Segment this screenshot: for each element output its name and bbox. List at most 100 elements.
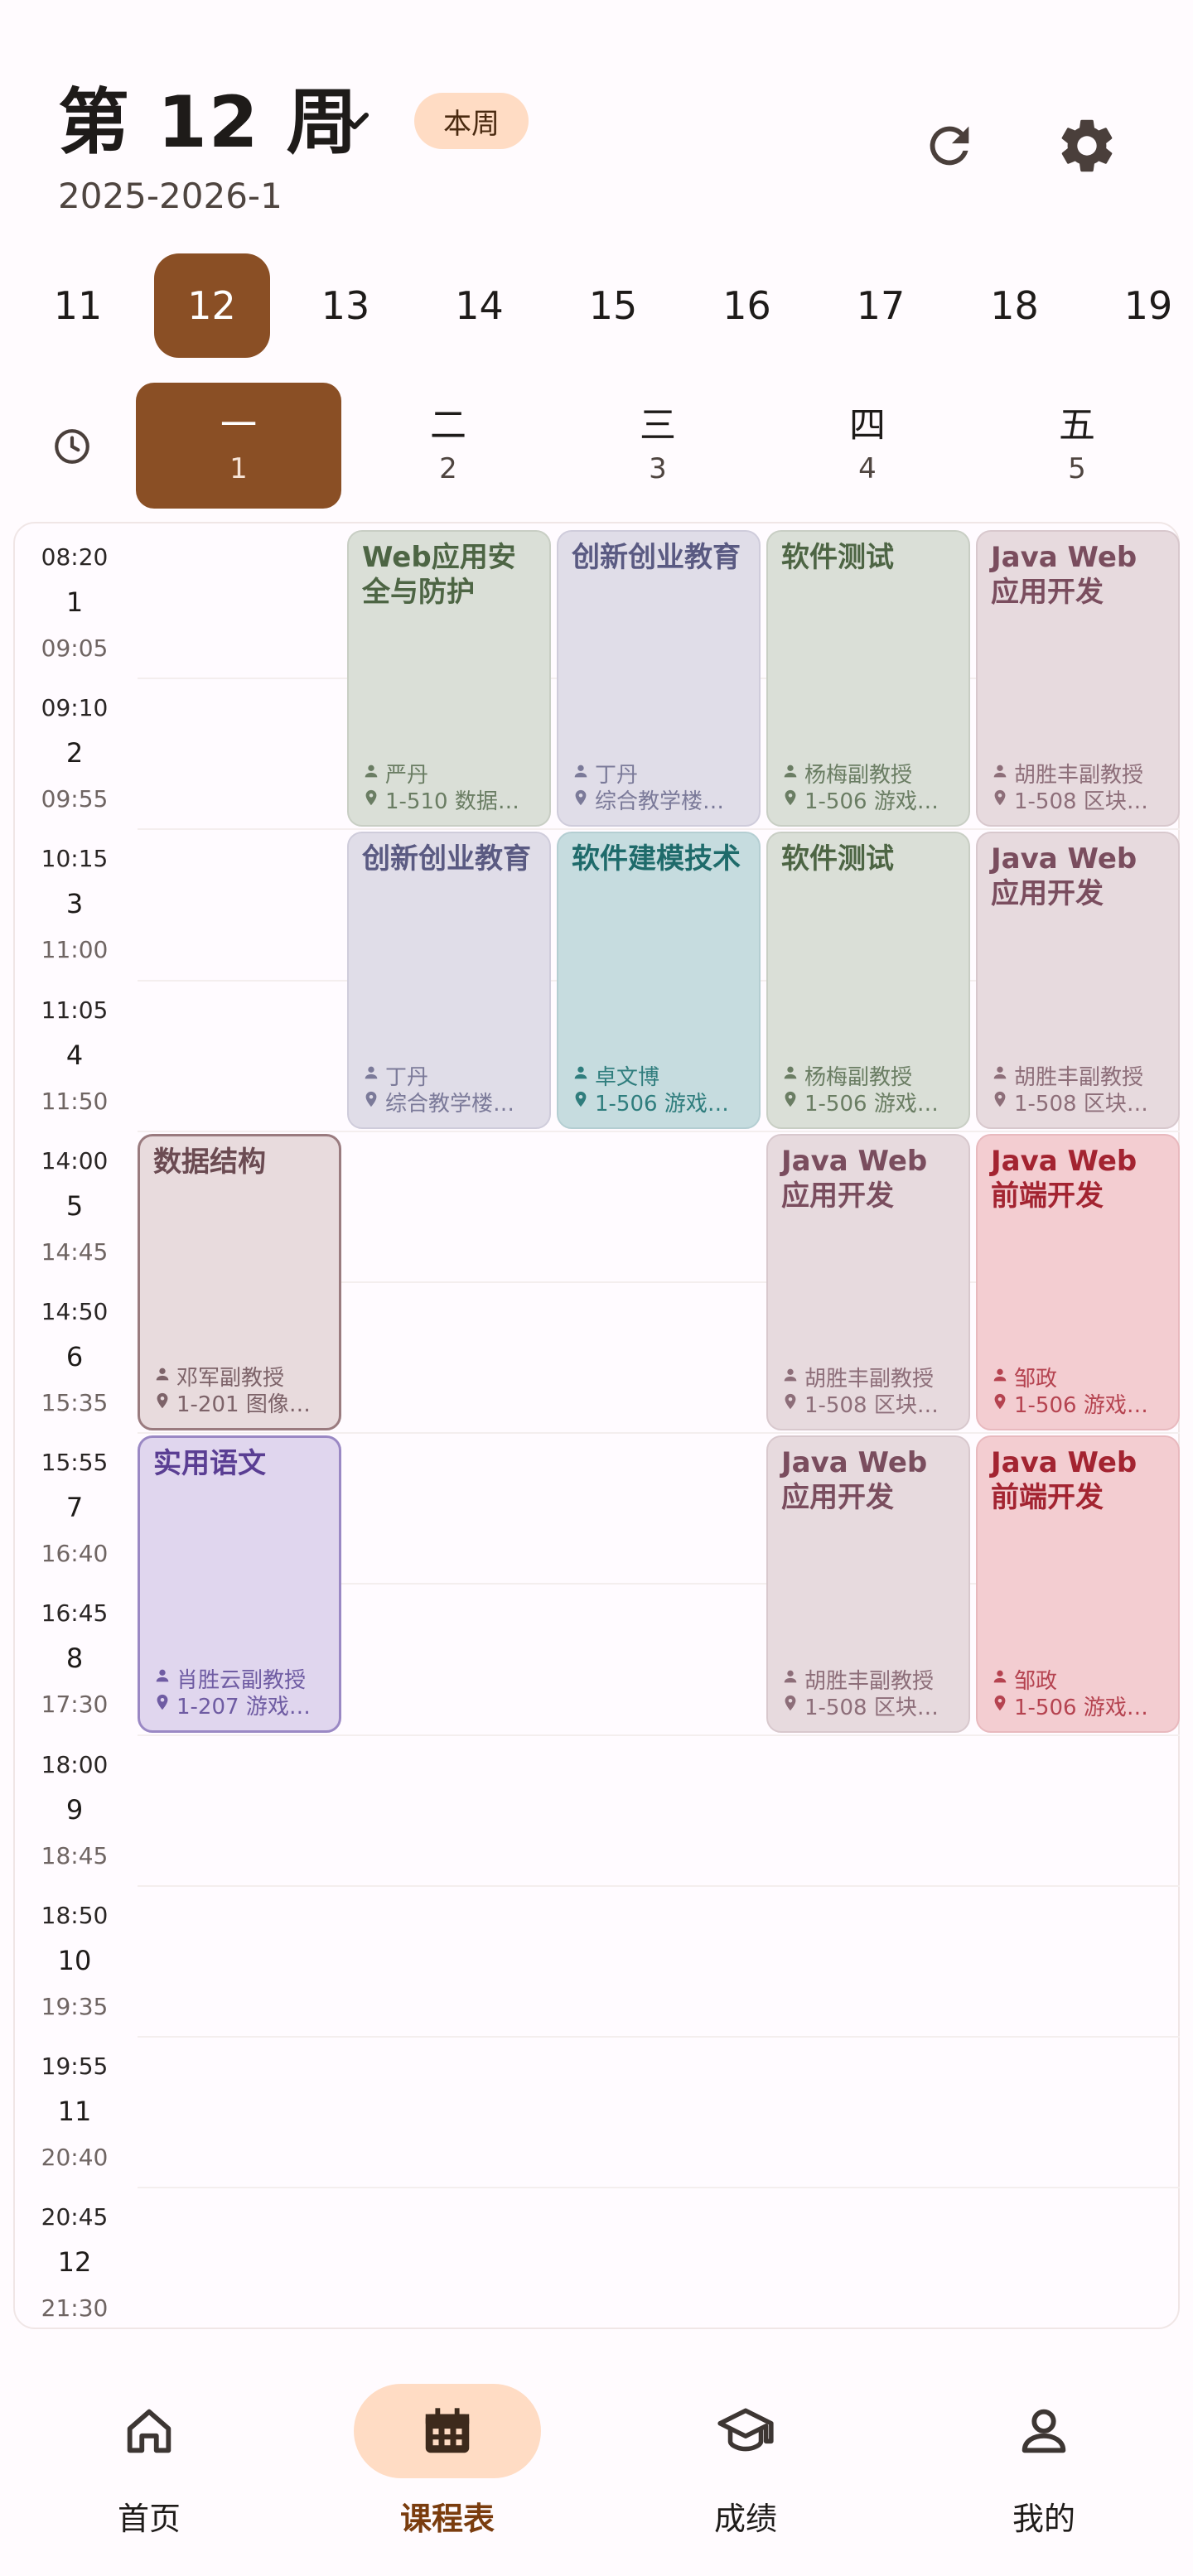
period-end-time: 11:00: [41, 936, 109, 964]
course-card[interactable]: Java Web应用开发 胡胜丰副教授 1-508 区块…: [976, 530, 1180, 827]
week-item-14[interactable]: 14: [422, 253, 538, 358]
room-name: 1-508 区块…: [804, 1695, 939, 1720]
period-start-time: 19:55: [41, 2053, 109, 2080]
course-card[interactable]: 实用语文 肖胜云副教授 1-207 游戏…: [138, 1435, 341, 1733]
row-divider: [138, 2187, 1180, 2189]
person-icon: [572, 761, 590, 786]
settings-button[interactable]: [1054, 113, 1120, 179]
person-icon: [781, 761, 799, 786]
course-card[interactable]: 软件建模技术 卓文博 1-506 游戏…: [557, 832, 761, 1129]
period-label-4: 11:05 4 11:50: [13, 980, 136, 1131]
period-number: 3: [65, 888, 84, 920]
course-name: Java Web前端开发: [991, 1446, 1137, 1515]
row-divider: [138, 1130, 1180, 1132]
course-room: 1-508 区块…: [781, 1691, 959, 1721]
day-date: 5: [1068, 452, 1086, 485]
period-start-time: 14:00: [41, 1146, 109, 1175]
period-number: 2: [65, 737, 84, 769]
location-pin-icon: [362, 788, 380, 813]
course-card[interactable]: Java Web应用开发 胡胜丰副教授 1-508 区块…: [766, 1435, 970, 1733]
course-room: 综合教学楼…: [572, 784, 749, 815]
location-pin-icon: [781, 1392, 799, 1416]
course-name: 创新创业教育: [572, 541, 741, 574]
course-card[interactable]: 创新创业教育 丁丹 综合教学楼…: [347, 832, 551, 1129]
refresh-icon: [930, 126, 969, 166]
period-start-time: 20:45: [41, 2203, 109, 2231]
period-end-time: 19:35: [41, 1992, 109, 2020]
period-label-11: 19:55 11 20:40: [13, 2036, 136, 2187]
week-item-18[interactable]: 18: [957, 253, 1073, 358]
course-room: 1-506 游戏…: [991, 1691, 1168, 1721]
day-header-5[interactable]: 五5: [974, 383, 1180, 509]
week-item-19[interactable]: 19: [1090, 253, 1193, 358]
nav-item-0[interactable]: 首页: [50, 2384, 249, 2549]
week-item-16[interactable]: 16: [689, 253, 805, 358]
course-name: Java Web应用开发: [781, 1446, 928, 1515]
course-room: 综合教学楼…: [362, 1087, 539, 1117]
course-name: 软件建模技术: [572, 842, 741, 876]
course-card[interactable]: Java Web前端开发 邹政 1-506 游戏…: [976, 1133, 1180, 1431]
location-pin-icon: [781, 788, 799, 813]
room-name: 1-508 区块…: [804, 1393, 939, 1419]
period-start-time: 18:50: [41, 1901, 109, 1929]
period-end-time: 15:35: [41, 1389, 109, 1416]
course-name: 实用语文: [153, 1447, 266, 1481]
course-name: Java Web前端开发: [991, 1144, 1137, 1213]
person-icon: [991, 1365, 1009, 1390]
period-label-8: 16:45 8 17:30: [13, 1583, 136, 1734]
person-icon: [781, 1667, 799, 1691]
day-header-1[interactable]: 一1: [136, 383, 341, 509]
day-header-2[interactable]: 二2: [345, 383, 551, 509]
period-end-time: 09:05: [41, 634, 109, 662]
room-name: 1-508 区块…: [1014, 1091, 1148, 1117]
period-start-time: 15:55: [41, 1449, 109, 1477]
nav-item-3[interactable]: 我的: [944, 2384, 1143, 2549]
location-pin-icon: [781, 1693, 799, 1718]
nav-label: 成绩: [713, 2501, 777, 2537]
course-room: 1-506 游戏…: [781, 1087, 959, 1117]
course-card[interactable]: Web应用安全与防护 严丹 1-510 数据…: [347, 530, 551, 827]
week-item-11[interactable]: 11: [20, 253, 136, 358]
room-name: 1-510 数据…: [385, 789, 519, 815]
course-card[interactable]: 创新创业教育 丁丹 综合教学楼…: [557, 530, 761, 827]
period-number: 4: [65, 1039, 84, 1071]
day-header-3[interactable]: 三3: [555, 383, 761, 509]
chevron-down-icon[interactable]: [331, 98, 378, 144]
week-item-15[interactable]: 15: [555, 253, 671, 358]
course-room: 1-510 数据…: [362, 784, 539, 815]
period-end-time: 17:30: [41, 1691, 109, 1719]
room-name: 1-506 游戏…: [595, 1091, 729, 1117]
course-card[interactable]: 软件测试 杨梅副教授 1-506 游戏…: [766, 832, 970, 1129]
location-pin-icon: [153, 1692, 171, 1717]
week-item-12[interactable]: 12: [153, 253, 270, 358]
period-number: 12: [57, 2246, 92, 2279]
week-title[interactable]: 第 12 周: [58, 73, 360, 172]
course-name: Java Web应用开发: [991, 842, 1137, 911]
week-item-13[interactable]: 13: [287, 253, 403, 358]
nav-item-2[interactable]: 成绩: [646, 2384, 845, 2549]
day-header-4[interactable]: 四4: [765, 383, 970, 509]
location-pin-icon: [991, 1693, 1009, 1718]
course-card[interactable]: Java Web应用开发 胡胜丰副教授 1-508 区块…: [976, 832, 1180, 1129]
refresh-button[interactable]: [918, 114, 981, 177]
room-name: 1-506 游戏…: [1014, 1695, 1148, 1720]
week-item-17[interactable]: 17: [823, 253, 939, 358]
period-number: 1: [65, 586, 84, 618]
current-week-badge[interactable]: 本周: [414, 93, 529, 149]
course-name: Web应用安全与防护: [362, 541, 516, 609]
course-card[interactable]: Java Web应用开发 胡胜丰副教授 1-508 区块…: [766, 1133, 970, 1431]
period-number: 7: [65, 1492, 84, 1524]
room-name: 1-506 游戏…: [804, 1091, 939, 1117]
nav-item-1[interactable]: 课程表: [348, 2384, 547, 2549]
location-pin-icon: [991, 1089, 1009, 1114]
day-date: 2: [439, 452, 457, 485]
course-room: 1-207 游戏…: [153, 1690, 329, 1720]
course-card[interactable]: 数据结构 邓军副教授 1-201 图像…: [138, 1133, 341, 1431]
course-name: Java Web应用开发: [991, 541, 1137, 609]
course-card[interactable]: Java Web前端开发 邹政 1-506 游戏…: [976, 1435, 1180, 1733]
nav-label: 课程表: [399, 2501, 495, 2537]
period-end-time: 11:50: [41, 1087, 109, 1115]
row-divider: [138, 1432, 1180, 1435]
period-number: 8: [65, 1643, 84, 1675]
course-card[interactable]: 软件测试 杨梅副教授 1-506 游戏…: [766, 530, 970, 827]
